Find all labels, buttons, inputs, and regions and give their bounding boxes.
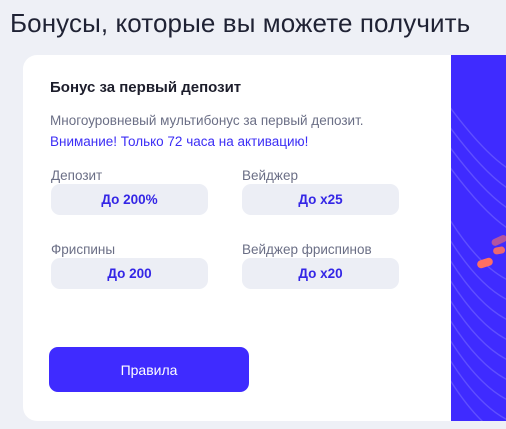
page-title: Бонусы, которые вы можете получить (10, 8, 471, 38)
bonus-card: Бонус за первый депозит Многоуровневый м… (23, 55, 506, 421)
bonus-card-illustration (451, 55, 506, 421)
freespins-value-badge: До 200 (51, 258, 208, 289)
freespins-wager-label: Вейджер фриспинов (242, 242, 372, 257)
bonus-title: Бонус за первый депозит (50, 79, 242, 96)
deposit-label: Депозит (51, 168, 103, 183)
wager-value-badge: До х25 (242, 184, 399, 215)
freespins-label: Фриспины (51, 242, 116, 257)
rules-button[interactable]: Правила (49, 347, 249, 392)
freespins-wager-value-badge: До х20 (242, 258, 399, 289)
wave-pattern-graphic (451, 107, 506, 421)
bonus-warning: Внимание! Только 72 часа на активацию! (50, 134, 309, 149)
bonus-description: Многоуровневый мультибонус за первый деп… (50, 113, 364, 128)
wager-label: Вейджер (242, 168, 298, 183)
deposit-value-badge: До 200% (51, 184, 208, 215)
